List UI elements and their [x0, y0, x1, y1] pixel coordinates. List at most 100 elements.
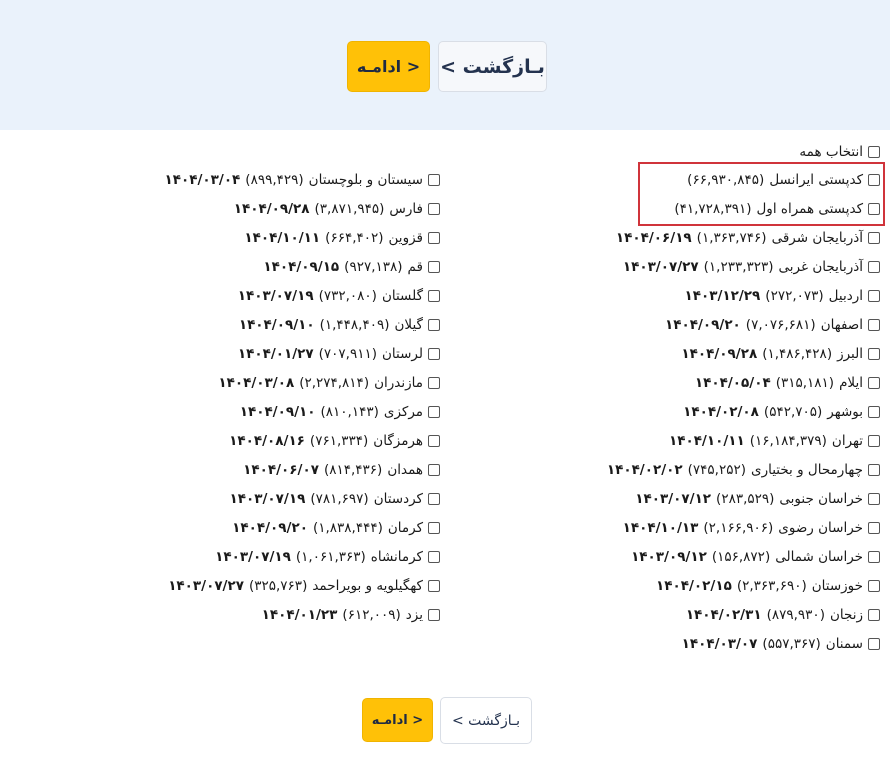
- item-count: (۷۰۷,۹۱۱): [318, 346, 378, 362]
- checkbox[interactable]: [868, 522, 880, 534]
- province-item[interactable]: یزد (۶۱۲,۰۰۹) ۱۴۰۴/۰۱/۲۳: [262, 605, 440, 625]
- province-item[interactable]: کهگیلویه و بویراحمد (۳۲۵,۷۶۳) ۱۴۰۳/۰۷/۲۷: [168, 576, 440, 596]
- select-all-row[interactable]: انتخاب همه: [794, 142, 880, 162]
- checkbox[interactable]: [868, 377, 880, 389]
- province-item[interactable]: کردستان (۷۸۱,۶۹۷) ۱۴۰۳/۰۷/۱۹: [230, 489, 440, 509]
- province-item[interactable]: گلستان (۷۳۲,۰۸۰) ۱۴۰۳/۰۷/۱۹: [238, 286, 440, 306]
- item-date: ۱۴۰۴/۰۱/۲۷: [237, 346, 314, 362]
- back-button-bottom[interactable]: < بـازگشت: [440, 697, 532, 744]
- province-item[interactable]: ایلام (۳۱۵,۱۸۱) ۱۴۰۴/۰۵/۰۴: [695, 373, 880, 393]
- item-date: ۱۴۰۴/۰۲/۱۵: [656, 578, 732, 594]
- province-item[interactable]: آذربایجان شرقی (۱,۳۶۳,۷۴۶) ۱۴۰۴/۰۶/۱۹: [616, 228, 880, 248]
- province-item[interactable]: مازندران (۲,۲۷۴,۸۱۴) ۱۴۰۴/۰۳/۰۸: [218, 373, 440, 393]
- checkbox[interactable]: [868, 319, 880, 331]
- item-date: ۱۴۰۴/۰۱/۲۳: [261, 607, 338, 623]
- checkbox[interactable]: [428, 261, 440, 273]
- checkbox[interactable]: [428, 435, 440, 447]
- province-item[interactable]: خراسان جنوبی (۲۸۳,۵۲۹) ۱۴۰۳/۰۷/۱۲: [635, 489, 880, 509]
- item-date: ۱۴۰۴/۰۳/۰۷: [681, 636, 758, 652]
- item-date: ۱۴۰۴/۰۹/۱۵: [263, 259, 340, 275]
- checkbox[interactable]: [868, 638, 880, 650]
- checkbox[interactable]: [428, 203, 440, 215]
- province-item[interactable]: همدان (۸۱۴,۴۳۶) ۱۴۰۴/۰۶/۰۷: [243, 460, 440, 480]
- item-count: (۸۹۹,۴۲۹): [245, 172, 304, 188]
- province-item[interactable]: لرستان (۷۰۷,۹۱۱) ۱۴۰۴/۰۱/۲۷: [238, 344, 440, 364]
- province-item[interactable]: کرمان (۱,۸۳۸,۴۴۴) ۱۴۰۴/۰۹/۲۰: [232, 518, 440, 538]
- province-item[interactable]: کرمانشاه (۱,۰۶۱,۳۶۳) ۱۴۰۳/۰۷/۱۹: [215, 547, 440, 567]
- checkbox[interactable]: [868, 348, 880, 360]
- select-all-label: انتخاب همه: [799, 144, 863, 160]
- checkbox[interactable]: [868, 464, 880, 476]
- item-name: تهران: [831, 433, 863, 449]
- checkbox[interactable]: [428, 348, 440, 360]
- province-item[interactable]: خراسان رضوی (۲,۱۶۶,۹۰۶) ۱۴۰۴/۱۰/۱۳: [623, 518, 880, 538]
- operator-item[interactable]: کدپستی ایرانسل (۶۶,۹۳۰,۸۴۵): [682, 170, 880, 190]
- province-item[interactable]: البرز (۱,۴۸۶,۴۲۸) ۱۴۰۴/۰۹/۲۸: [681, 344, 880, 364]
- province-item[interactable]: سمنان (۵۵۷,۳۶۷) ۱۴۰۴/۰۳/۰۷: [682, 634, 880, 654]
- item-date: ۱۴۰۴/۰۲/۳۱: [685, 607, 762, 623]
- item-date: ۱۴۰۴/۰۲/۰۲: [606, 462, 683, 478]
- item-date: ۱۴۰۴/۰۶/۰۷: [243, 462, 319, 478]
- province-item[interactable]: قزوین (۶۶۴,۴۰۲) ۱۴۰۴/۱۰/۱۱: [244, 228, 440, 248]
- checkbox[interactable]: [868, 261, 880, 273]
- province-item[interactable]: بوشهر (۵۴۲,۷۰۵) ۱۴۰۴/۰۲/۰۸: [683, 402, 880, 422]
- checkbox[interactable]: [868, 435, 880, 447]
- checkbox[interactable]: [428, 493, 440, 505]
- item-name: خراسان رضوی: [778, 520, 863, 536]
- item-count: (۲۸۳,۵۲۹): [716, 491, 775, 507]
- checkbox[interactable]: [868, 406, 880, 418]
- province-item[interactable]: هرمزگان (۷۶۱,۳۳۴) ۱۴۰۴/۰۸/۱۶: [229, 431, 440, 451]
- province-item[interactable]: فارس (۳,۸۷۱,۹۴۵) ۱۴۰۴/۰۹/۲۸: [234, 199, 440, 219]
- province-item[interactable]: زنجان (۸۷۹,۹۳۰) ۱۴۰۴/۰۲/۳۱: [686, 605, 880, 625]
- checkbox[interactable]: [868, 290, 880, 302]
- checkbox[interactable]: [428, 232, 440, 244]
- checkbox[interactable]: [868, 551, 880, 563]
- continue-button-top[interactable]: ادامـه >: [347, 41, 430, 92]
- operator-item[interactable]: کدپستی همراه اول (۴۱,۷۲۸,۳۹۱): [669, 199, 880, 219]
- province-item[interactable]: قم (۹۲۷,۱۳۸) ۱۴۰۴/۰۹/۱۵: [263, 257, 440, 277]
- province-item[interactable]: تهران (۱۶,۱۸۴,۳۷۹) ۱۴۰۴/۱۰/۱۱: [669, 431, 880, 451]
- continue-button-bottom[interactable]: ادامـه >: [362, 698, 433, 742]
- item-count: (۳,۸۷۱,۹۴۵): [314, 201, 385, 217]
- checkbox[interactable]: [428, 377, 440, 389]
- checkbox[interactable]: [428, 522, 440, 534]
- checkbox[interactable]: [868, 232, 880, 244]
- item-name: خراسان شمالی: [775, 549, 863, 565]
- checkbox[interactable]: [868, 580, 880, 592]
- select-all-checkbox[interactable]: [868, 146, 880, 158]
- checkbox[interactable]: [428, 174, 440, 186]
- back-button-top[interactable]: < بـازگشت: [438, 41, 547, 92]
- item-date: ۱۴۰۴/۰۹/۱۰: [239, 404, 316, 420]
- checkbox[interactable]: [428, 406, 440, 418]
- province-item[interactable]: گیلان (۱,۴۴۸,۴۰۹) ۱۴۰۴/۰۹/۱۰: [239, 315, 440, 335]
- province-item[interactable]: چهارمحال و بختیاری (۷۴۵,۲۵۲) ۱۴۰۴/۰۲/۰۲: [607, 460, 880, 480]
- province-item[interactable]: اصفهان (۷,۰۷۶,۶۸۱) ۱۴۰۴/۰۹/۲۰: [665, 315, 880, 335]
- item-name: یزد: [405, 607, 423, 623]
- item-count: (۴۱,۷۲۸,۳۹۱): [674, 201, 752, 217]
- province-item[interactable]: آذربایجان غربی (۱,۲۳۳,۳۲۳) ۱۴۰۳/۰۷/۲۷: [623, 257, 880, 277]
- province-item[interactable]: سیستان و بلوچستان (۸۹۹,۴۲۹) ۱۴۰۴/۰۳/۰۴: [165, 170, 440, 190]
- item-count: (۶۶۴,۴۰۲): [325, 230, 384, 246]
- checkbox[interactable]: [428, 464, 440, 476]
- checkbox[interactable]: [868, 609, 880, 621]
- item-count: (۱۶,۱۸۴,۳۷۹): [749, 433, 827, 449]
- checkbox[interactable]: [428, 551, 440, 563]
- checkbox[interactable]: [868, 174, 880, 186]
- province-item[interactable]: خوزستان (۲,۳۶۳,۶۹۰) ۱۴۰۴/۰۲/۱۵: [656, 576, 880, 596]
- item-count: (۲۷۲,۰۷۳): [765, 288, 824, 304]
- item-count: (۱,۴۸۶,۴۲۸): [762, 346, 833, 362]
- item-count: (۷۶۱,۳۳۴): [309, 433, 369, 449]
- checkbox[interactable]: [428, 609, 440, 621]
- province-item[interactable]: اردبیل (۲۷۲,۰۷۳) ۱۴۰۳/۱۲/۲۹: [685, 286, 880, 306]
- item-date: ۱۴۰۴/۰۹/۱۰: [238, 317, 315, 333]
- checkbox[interactable]: [428, 580, 440, 592]
- item-name: خراسان جنوبی: [779, 491, 863, 507]
- checkbox[interactable]: [868, 493, 880, 505]
- province-item[interactable]: خراسان شمالی (۱۵۶,۸۷۲) ۱۴۰۳/۰۹/۱۲: [631, 547, 880, 567]
- item-date: ۱۴۰۴/۰۸/۱۶: [229, 433, 305, 449]
- checkbox[interactable]: [428, 290, 440, 302]
- province-item[interactable]: مرکزی (۸۱۰,۱۴۳) ۱۴۰۴/۰۹/۱۰: [240, 402, 440, 422]
- checkbox[interactable]: [868, 203, 880, 215]
- checkbox[interactable]: [428, 319, 440, 331]
- item-date: ۱۴۰۴/۰۶/۱۹: [615, 230, 692, 246]
